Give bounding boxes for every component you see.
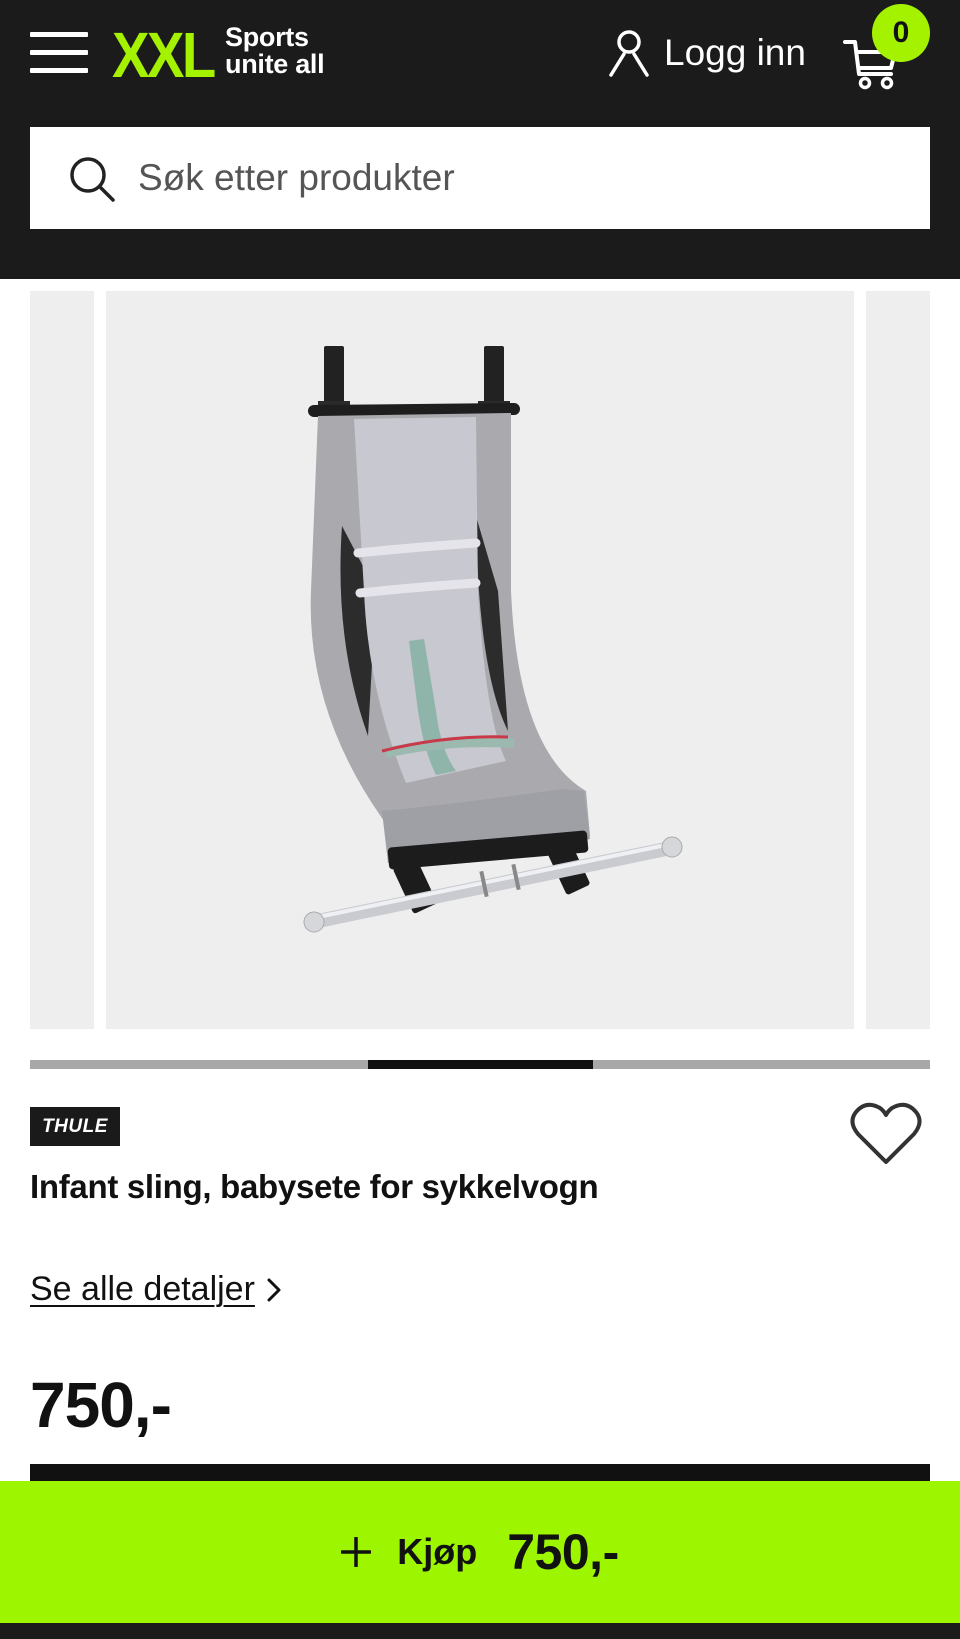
carousel-slide-current[interactable] [106, 291, 854, 1029]
buy-price: 750,- [507, 1524, 619, 1580]
carousel-progress-bar [30, 1060, 930, 1069]
search-bar[interactable] [30, 127, 930, 229]
logo-tagline: Sports unite all [225, 24, 365, 78]
product-image-carousel[interactable] [0, 291, 960, 1029]
xxl-logo[interactable]: XXL Sports unite all [112, 19, 325, 91]
site-header: XXL Sports unite all Logg inn 0 [0, 0, 960, 279]
brand-logo[interactable]: THULE [30, 1107, 120, 1146]
bottom-strip [0, 1623, 960, 1639]
see-all-details-link[interactable]: Se alle detaljer [30, 1270, 283, 1309]
brand-name: THULE [42, 1115, 108, 1137]
product-image [303, 346, 683, 933]
details-link-label: Se alle detaljer [30, 1270, 255, 1308]
carousel-slide-previous[interactable] [30, 291, 94, 1029]
search-input[interactable] [138, 127, 898, 229]
product-price: 750,- [30, 1369, 172, 1441]
menu-icon[interactable] [30, 32, 88, 73]
carousel-progress-indicator [367, 1060, 593, 1069]
heart-icon[interactable] [850, 1100, 922, 1168]
logo-tagline-line-2: unite all [225, 49, 325, 79]
chevron-right-icon [267, 1278, 281, 1301]
buy-button[interactable]: Kjøp 750,- [0, 1481, 960, 1623]
login-button[interactable]: Logg inn [608, 28, 806, 78]
login-label: Logg inn [664, 32, 806, 73]
carousel-slide-next[interactable] [866, 291, 930, 1029]
logo-tagline-line-1: Sports [225, 22, 309, 52]
user-icon [609, 30, 649, 77]
cart-count-badge[interactable]: 0 [872, 4, 930, 62]
product-title: Infant sling, babysete for sykkelvogn [30, 1168, 599, 1205]
buy-label: Kjøp [397, 1531, 478, 1572]
logo-mark: XXL [112, 19, 216, 91]
search-icon[interactable] [68, 155, 116, 203]
plus-icon [341, 1537, 372, 1567]
